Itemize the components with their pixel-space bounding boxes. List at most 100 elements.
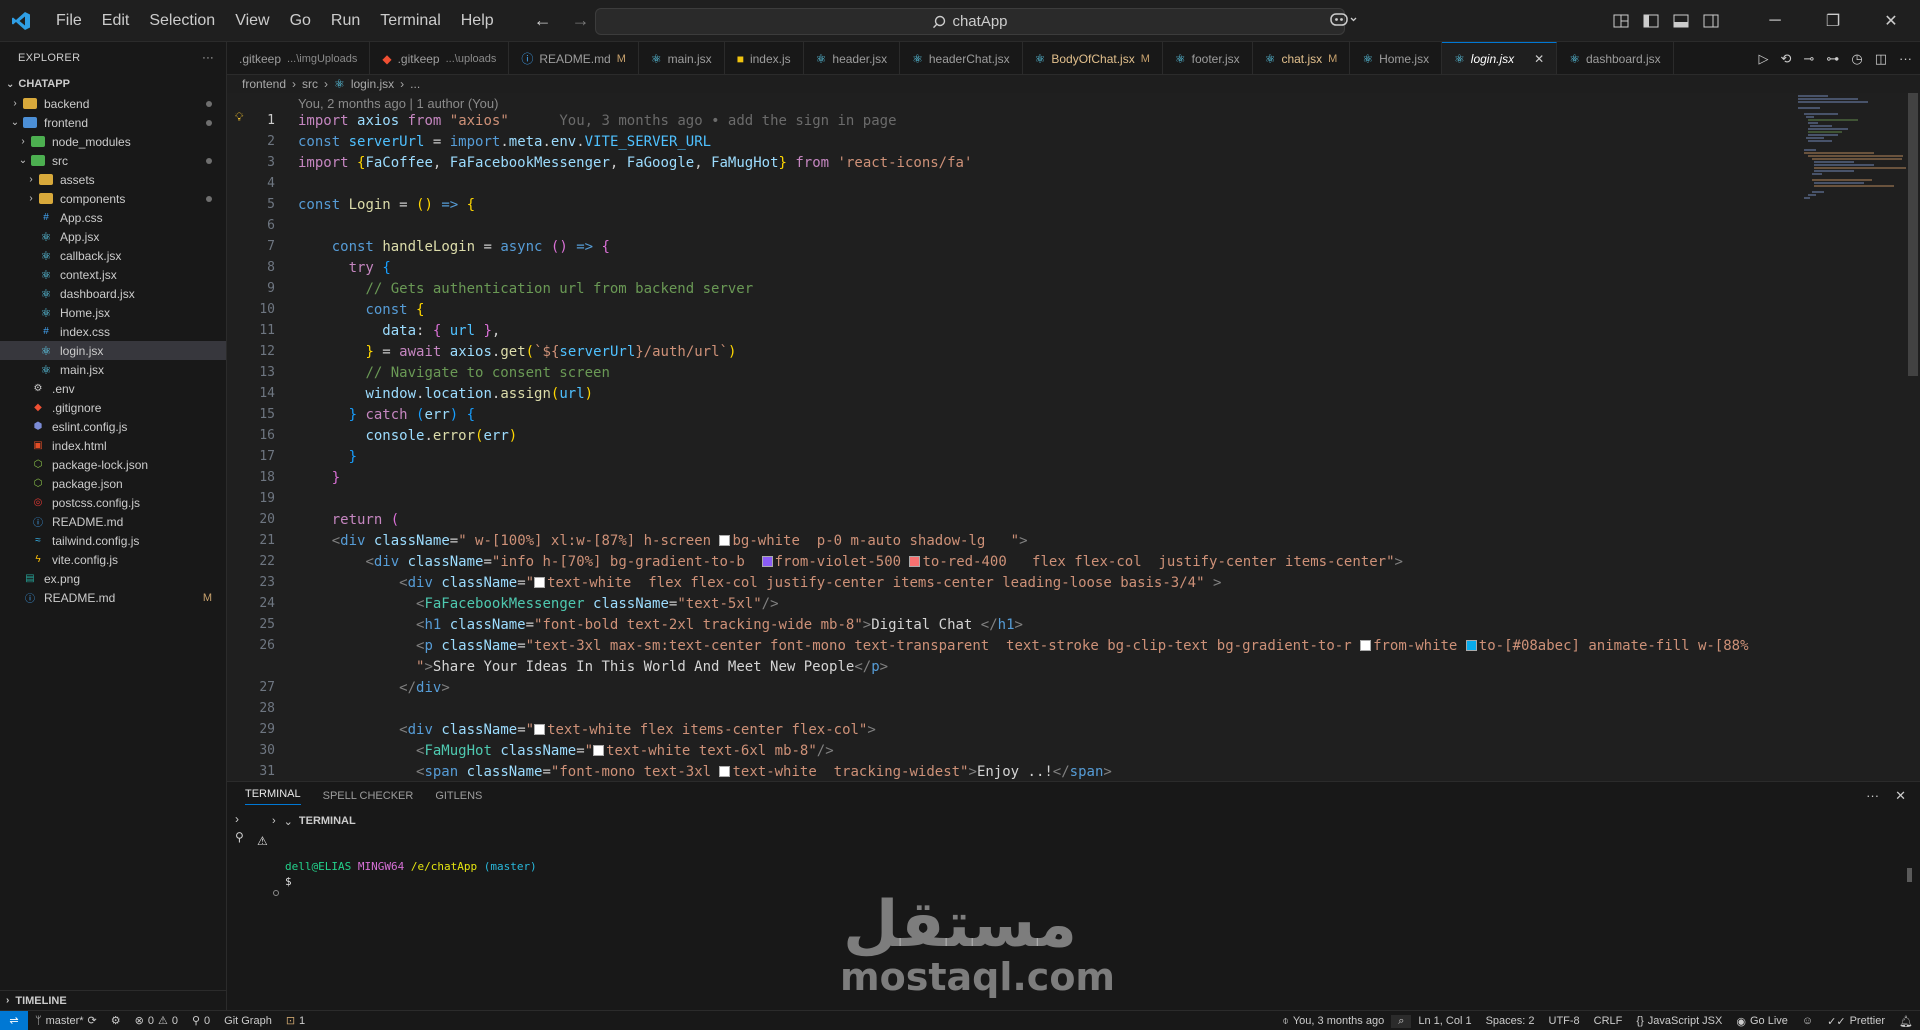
terminal-header[interactable]: › ⌄ TERMINAL bbox=[227, 812, 1920, 830]
code-line[interactable]: 24 <FaFacebookMessenger className="text-… bbox=[227, 593, 1787, 614]
more-actions-icon[interactable]: ··· bbox=[1899, 51, 1912, 66]
git-commit-icon[interactable]: ⊸ bbox=[1803, 51, 1814, 67]
close-icon[interactable]: ✕ bbox=[1862, 0, 1920, 42]
code-line[interactable]: ">Share Your Ideas In This World And Mee… bbox=[227, 656, 1787, 677]
file-tree-item[interactable]: ⚛ main.jsx bbox=[0, 360, 226, 379]
toggle-panel-icon[interactable] bbox=[1666, 0, 1696, 42]
prettier-status[interactable]: ✓✓ Prettier bbox=[1820, 1015, 1892, 1028]
file-tree-item[interactable]: ◆ .gitignore bbox=[0, 398, 226, 417]
end-of-line[interactable]: CRLF bbox=[1587, 1015, 1630, 1027]
code-line[interactable]: 19 bbox=[227, 488, 1787, 509]
editor-tab[interactable]: ⚛ headerChat.jsx bbox=[900, 42, 1023, 74]
toggle-primary-sidebar-icon[interactable] bbox=[1636, 0, 1666, 42]
file-tree-item[interactable]: ⚛ context.jsx bbox=[0, 265, 226, 284]
code-line[interactable]: 15 } catch (err) { bbox=[227, 404, 1787, 425]
menu-terminal[interactable]: Terminal bbox=[370, 0, 450, 42]
file-tree-item[interactable]: ϟ vite.config.js bbox=[0, 550, 226, 569]
cursor-position[interactable]: Ln 1, Col 1 bbox=[1411, 1015, 1478, 1027]
toggle-secondary-sidebar-icon[interactable] bbox=[1696, 0, 1726, 42]
code-line[interactable]: 14 window.location.assign(url) bbox=[227, 383, 1787, 404]
menu-file[interactable]: File bbox=[46, 0, 92, 42]
problems-status[interactable]: ⊗ 0 ⚠ 0 bbox=[128, 1014, 185, 1028]
file-tree-item[interactable]: ⓘ README.md M bbox=[0, 588, 226, 607]
file-tree-item[interactable]: ≈ tailwind.config.js bbox=[0, 531, 226, 550]
code-line[interactable]: 5 const Login = () => { bbox=[227, 194, 1787, 215]
file-tree-item[interactable]: ⌄ frontend bbox=[0, 113, 226, 132]
menu-go[interactable]: Go bbox=[280, 0, 321, 42]
file-tree-item[interactable]: ⚛ callback.jsx bbox=[0, 246, 226, 265]
command-decoration-icon[interactable] bbox=[273, 890, 279, 896]
copilot-icon[interactable] bbox=[1330, 10, 1358, 33]
code-line[interactable]: 2 const serverUrl = import.meta.env.VITE_… bbox=[227, 131, 1787, 152]
minimize-icon[interactable]: ─ bbox=[1746, 0, 1804, 42]
file-tree-item[interactable]: ⚛ App.jsx bbox=[0, 227, 226, 246]
code-line[interactable]: 12 } = await axios.get(`${serverUrl}/aut… bbox=[227, 341, 1787, 362]
timeline-section[interactable]: › TIMELINE bbox=[0, 990, 227, 1010]
code-line[interactable]: 13 // Navigate to consent screen bbox=[227, 362, 1787, 383]
code-line[interactable]: 29 <div className=" text-white flex items… bbox=[227, 719, 1787, 740]
git-extension-icon[interactable]: ⚙ bbox=[104, 1014, 128, 1027]
editor-tab[interactable]: ⚛ dashboard.jsx bbox=[1557, 42, 1674, 74]
file-tree-item[interactable]: ▤ ex.png bbox=[0, 569, 226, 588]
remote-indicator-icon[interactable]: ⇌ bbox=[0, 1010, 28, 1030]
file-tree-item[interactable]: ▣ index.html bbox=[0, 436, 226, 455]
go-live-button[interactable]: ◉ Go Live bbox=[1729, 1015, 1795, 1028]
editor-tab[interactable]: ⚛ header.jsx bbox=[804, 42, 901, 74]
code-line[interactable]: 6 bbox=[227, 215, 1787, 236]
menu-selection[interactable]: Selection bbox=[139, 0, 225, 42]
git-compare-icon[interactable]: ⊶ bbox=[1826, 51, 1839, 67]
file-tree-item[interactable]: ⬡ package.json bbox=[0, 474, 226, 493]
code-line[interactable]: 21 <div className=" w-[100%] xl:w-[87%] … bbox=[227, 530, 1787, 551]
file-tree-item[interactable]: ⬢ eslint.config.js bbox=[0, 417, 226, 436]
command-center-search[interactable]: chatApp bbox=[595, 8, 1345, 35]
editor-scrollbar[interactable] bbox=[1906, 93, 1920, 781]
workspace-section[interactable]: ⌄ CHATAPP bbox=[0, 74, 226, 94]
file-tree-item[interactable]: › assets bbox=[0, 170, 226, 189]
menu-run[interactable]: Run bbox=[321, 0, 370, 42]
code-line[interactable]: 10 const { bbox=[227, 299, 1787, 320]
tab-gitlens[interactable]: GITLENS bbox=[435, 790, 482, 802]
file-tree-item[interactable]: ◎ postcss.config.js bbox=[0, 493, 226, 512]
code-line[interactable]: 9 // Gets authentication url from backen… bbox=[227, 278, 1787, 299]
encoding[interactable]: UTF-8 bbox=[1542, 1015, 1587, 1027]
editor-tab[interactable]: ⚛ footer.jsx bbox=[1163, 42, 1253, 74]
zoom-icon[interactable]: ⌕ bbox=[1391, 1014, 1412, 1028]
editor-tab[interactable]: ⓘ README.md M bbox=[509, 42, 639, 74]
indentation[interactable]: Spaces: 2 bbox=[1479, 1015, 1542, 1027]
code-line[interactable]: 26 <p className="text-3xl max-sm:text-ce… bbox=[227, 635, 1787, 656]
code-line[interactable]: 27 </div> bbox=[227, 677, 1787, 698]
file-tree-item[interactable]: # index.css bbox=[0, 322, 226, 341]
blame-status[interactable]: ⌽ You, 3 months ago bbox=[1275, 1015, 1391, 1028]
codelens-blame[interactable]: You, 2 months ago | 1 author (You) bbox=[298, 96, 498, 111]
language-mode[interactable]: {} JavaScript JSX bbox=[1629, 1015, 1729, 1027]
code-editor[interactable]: You, 2 months ago | 1 author (You) 1 impo… bbox=[227, 93, 1920, 781]
code-line[interactable]: 11 data: { url }, bbox=[227, 320, 1787, 341]
file-tree-item[interactable]: ⓘ README.md bbox=[0, 512, 226, 531]
code-line[interactable]: 3 import {FaCoffee, FaFacebookMessenger, … bbox=[227, 152, 1787, 173]
menu-view[interactable]: View bbox=[225, 0, 279, 42]
forward-arrow-icon[interactable]: → bbox=[572, 10, 590, 31]
code-line[interactable]: 20 return ( bbox=[227, 509, 1787, 530]
code-line[interactable]: 31 <span className="font-mono text-3xl t… bbox=[227, 761, 1787, 782]
file-tree-item[interactable]: ⌄ src bbox=[0, 151, 226, 170]
maximize-icon[interactable]: ❐ bbox=[1804, 0, 1862, 42]
code-line[interactable]: 8 try { bbox=[227, 257, 1787, 278]
code-line[interactable]: 18 } bbox=[227, 467, 1787, 488]
lightbulb-icon[interactable]: 💡︎ bbox=[235, 110, 243, 125]
tab-spell-checker[interactable]: SPELL CHECKER bbox=[323, 790, 414, 802]
editor-tab[interactable]: ◆ .gitkeep ...\uploads bbox=[370, 42, 510, 74]
file-tree-item[interactable]: ⬡ package-lock.json bbox=[0, 455, 226, 474]
code-line[interactable]: 1 import axios from "axios" You, 3 months… bbox=[227, 110, 1787, 131]
file-tree-item[interactable]: › node_modules bbox=[0, 132, 226, 151]
editor-tab[interactable]: ⚛ BodyOfChat.jsx M bbox=[1023, 42, 1163, 74]
minimap[interactable] bbox=[1796, 93, 1914, 781]
breadcrumb-frontend[interactable]: frontend bbox=[242, 77, 286, 91]
editor-tab[interactable]: ⚛ Home.jsx bbox=[1350, 42, 1443, 74]
scrollbar-thumb[interactable] bbox=[1908, 93, 1918, 376]
editor-tab[interactable]: ■ index.js bbox=[725, 42, 804, 74]
counter-status[interactable]: ⊡ 1 bbox=[279, 1014, 312, 1028]
file-tree-item[interactable]: ⚛ Home.jsx bbox=[0, 303, 226, 322]
back-arrow-icon[interactable]: ← bbox=[534, 10, 552, 31]
menu-edit[interactable]: Edit bbox=[92, 0, 140, 42]
close-panel-icon[interactable]: ✕ bbox=[1895, 788, 1906, 804]
